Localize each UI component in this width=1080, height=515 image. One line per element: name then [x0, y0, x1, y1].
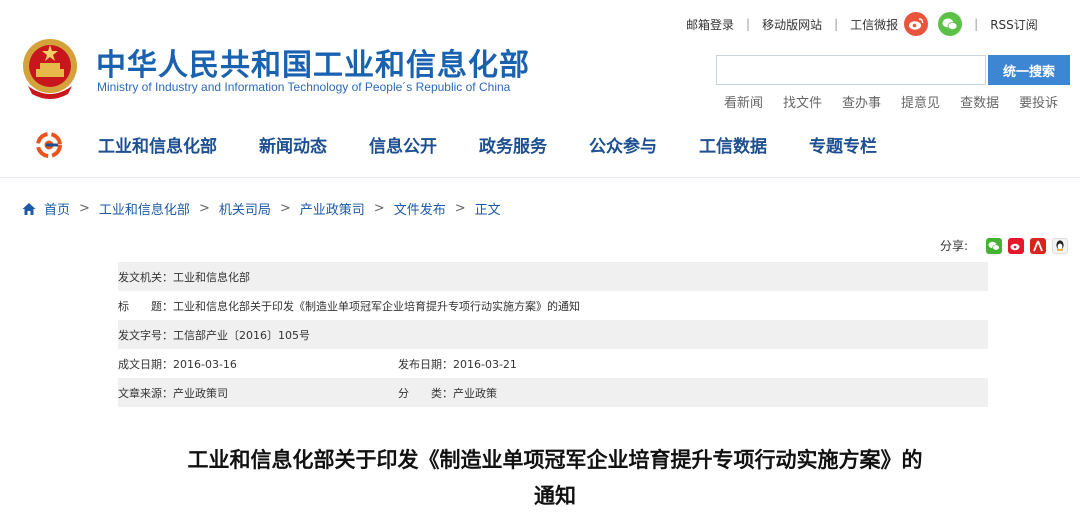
search-input[interactable] [716, 55, 986, 85]
share-renren-icon[interactable] [1030, 237, 1047, 254]
article-title-line: 工业和信息化部关于印发《制造业单项冠军企业培育提升专项行动实施方案》的 [187, 448, 923, 472]
nav-item-disclosure[interactable]: 信息公开 [369, 132, 437, 157]
breadcrumb-ministry[interactable]: 工业和信息化部 [99, 199, 190, 218]
weibo-link[interactable]: 工信微报 [850, 16, 898, 33]
breadcrumb-home[interactable]: 首页 [44, 199, 70, 218]
site-header: 中华人民共和国工业和信息化部 Ministry of Industry and … [0, 0, 1080, 178]
meta-date-published: 发布日期：2016-03-21 [398, 357, 517, 371]
mail-login-link[interactable]: 邮箱登录 [686, 16, 734, 33]
article-title: 工业和信息化部关于印发《制造业单项冠军企业培育提升专项行动实施方案》的 通知 [120, 442, 990, 514]
miit-logo-icon[interactable] [36, 132, 62, 158]
meta-title: 标 题：工业和信息化部关于印发《制造业单项冠军企业培育提升专项行动实施方案》的通… [118, 299, 580, 313]
meta-row: 发文字号：工信部产业〔2016〕105号 [118, 320, 988, 349]
unified-search-button[interactable]: 统一搜索 [988, 55, 1070, 85]
breadcrumb-departments[interactable]: 机关司局 [219, 199, 271, 218]
nav-item-participation[interactable]: 公众参与 [589, 132, 657, 157]
share-label: 分享: [940, 239, 969, 253]
quicklink-services[interactable]: 查办事 [842, 92, 881, 111]
divider: | [834, 17, 839, 31]
quicklink-feedback[interactable]: 提意见 [901, 92, 940, 111]
quicklink-data[interactable]: 查数据 [960, 92, 999, 111]
site-subtitle: Ministry of Industry and Information Tec… [97, 80, 511, 94]
wechat-icon[interactable] [938, 12, 963, 36]
breadcrumb-current: 正文 [474, 203, 501, 218]
quick-links: 看新闻 找文件 查办事 提意见 查数据 要投诉 [724, 92, 1058, 111]
nav-item-services[interactable]: 政务服务 [479, 132, 547, 157]
rss-link[interactable]: RSS订阅 [990, 16, 1038, 33]
home-icon[interactable] [22, 202, 36, 216]
quicklink-news[interactable]: 看新闻 [724, 92, 763, 111]
chevron-right-icon: > [454, 201, 466, 216]
divider: | [746, 17, 751, 31]
nav-item-data[interactable]: 工信数据 [699, 132, 767, 157]
share-qq-icon[interactable] [1052, 237, 1069, 254]
breadcrumb-policy-dept[interactable]: 产业政策司 [300, 199, 365, 218]
meta-row: 文章来源：产业政策司 分 类：产业政策 [118, 378, 988, 407]
nav-item-news[interactable]: 新闻动态 [259, 132, 327, 157]
chevron-right-icon: > [373, 201, 385, 216]
meta-category: 分 类：产业政策 [398, 386, 497, 400]
meta-date-made: 成文日期：2016-03-16 [118, 357, 237, 371]
meta-row: 成文日期：2016-03-16 发布日期：2016-03-21 [118, 349, 988, 378]
top-links: 邮箱登录 | 移动版网站 | 工信微报 | RSS订阅 [686, 10, 1038, 38]
share-bar: 分享: [940, 237, 1069, 254]
article-title-line: 通知 [534, 484, 576, 508]
breadcrumb: 首页 > 工业和信息化部 > 机关司局 > 产业政策司 > 文件发布 > 正文 [22, 199, 501, 218]
share-weibo-icon[interactable] [1008, 237, 1025, 254]
meta-row: 标 题：工业和信息化部关于印发《制造业单项冠军企业培育提升专项行动实施方案》的通… [118, 291, 988, 320]
chevron-right-icon: > [79, 201, 90, 216]
share-wechat-icon[interactable] [986, 237, 1003, 254]
chevron-right-icon: > [279, 201, 291, 216]
main-nav: 工业和信息化部 新闻动态 信息公开 政务服务 公众参与 工信数据 专题专栏 [0, 120, 1080, 170]
breadcrumb-documents[interactable]: 文件发布 [394, 199, 446, 218]
meta-issuer: 发文机关：工业和信息化部 [118, 270, 250, 284]
quicklink-files[interactable]: 找文件 [783, 92, 822, 111]
chevron-right-icon: > [198, 201, 210, 216]
meta-row: 发文机关：工业和信息化部 [118, 262, 988, 291]
nav-item-topics[interactable]: 专题专栏 [809, 132, 877, 157]
divider: | [974, 17, 979, 31]
meta-source: 文章来源：产业政策司 [118, 386, 228, 400]
weibo-icon[interactable] [904, 12, 929, 36]
quicklink-complaint[interactable]: 要投诉 [1019, 92, 1058, 111]
site-title[interactable]: 中华人民共和国工业和信息化部 [96, 40, 530, 84]
meta-docno: 发文字号：工信部产业〔2016〕105号 [118, 328, 310, 342]
mobile-site-link[interactable]: 移动版网站 [762, 16, 822, 33]
nav-item-ministry[interactable]: 工业和信息化部 [98, 132, 217, 157]
national-emblem-icon[interactable] [20, 36, 80, 100]
document-meta-table: 发文机关：工业和信息化部 标 题：工业和信息化部关于印发《制造业单项冠军企业培育… [118, 262, 988, 407]
